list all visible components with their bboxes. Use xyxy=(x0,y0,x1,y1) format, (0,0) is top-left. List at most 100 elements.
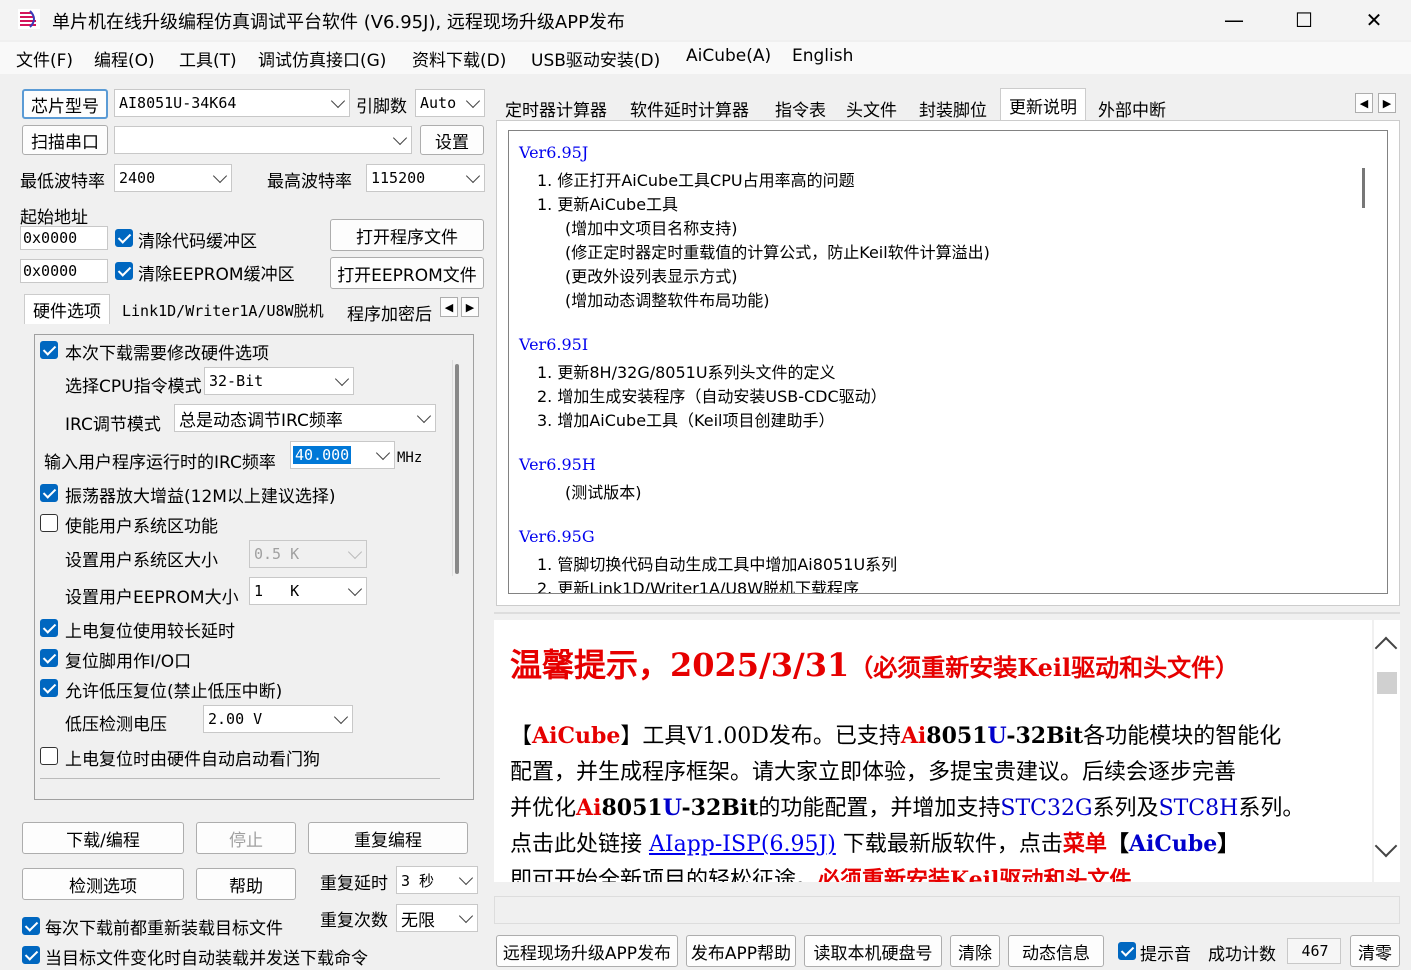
publish-app-button[interactable]: 远程现场升级APP发布 xyxy=(496,935,678,967)
tip-line-3: 并优化Ai8051U-32Bit的功能配置，并增加支持STC32G系列及STC8… xyxy=(510,795,1305,821)
tip-scrollbar[interactable] xyxy=(1374,620,1400,882)
repeat-delay-select[interactable]: 3 秒 xyxy=(396,866,478,894)
tab-package-pins[interactable]: 封装脚位 xyxy=(915,94,991,123)
release-note-line: (更改外设列表显示方式) xyxy=(565,267,738,286)
help-button[interactable]: 帮助 xyxy=(196,868,296,900)
scroll-down-icon[interactable] xyxy=(1374,834,1398,858)
clear-button[interactable]: 清除 xyxy=(950,935,1000,967)
modify-hw-checkbox[interactable] xyxy=(40,341,58,359)
watchdog-label: 上电复位时由硬件自动启动看门狗 xyxy=(65,750,320,770)
tab-offline[interactable]: Link1D/Writer1A/U8W脱机 xyxy=(118,298,328,323)
notes-scrollbar-thumb[interactable] xyxy=(1362,168,1365,208)
menu-tools[interactable]: 工具(T) xyxy=(179,46,237,71)
chevron-down-icon xyxy=(330,93,346,109)
reset-io-checkbox[interactable] xyxy=(40,649,58,667)
chevron-down-icon xyxy=(347,544,363,560)
detect-options-button[interactable]: 检测选项 xyxy=(22,868,184,900)
chip-model-select[interactable]: AI8051U-34K64 xyxy=(114,89,350,117)
eeprom-address-input[interactable]: 0x0000 xyxy=(20,259,108,283)
menu-debug[interactable]: 调试仿真接口(G) xyxy=(258,46,386,71)
menu-aicube[interactable]: AiCube(A) xyxy=(686,46,771,66)
chevron-down-icon xyxy=(347,581,363,597)
tab-encryption[interactable]: 程序加密后 xyxy=(343,298,439,327)
minimize-button[interactable]: — xyxy=(1199,0,1269,40)
release-version: Ver6.95I xyxy=(519,335,589,354)
clear-eeprom-checkbox[interactable] xyxy=(115,262,133,280)
repeat-count-select[interactable]: 无限 xyxy=(396,904,478,932)
sound-checkbox[interactable] xyxy=(1118,942,1136,960)
osc-gain-checkbox[interactable] xyxy=(40,484,58,502)
user-sys-size-select[interactable]: 0.5 K xyxy=(249,540,367,568)
pins-select[interactable]: Auto xyxy=(415,89,485,117)
hw-scrollbar[interactable] xyxy=(452,360,462,576)
status-strip xyxy=(494,896,1400,924)
auto-reload-checkbox[interactable] xyxy=(22,946,40,964)
menu-usb-driver[interactable]: USB驱动安装(D) xyxy=(531,46,660,71)
scroll-up-icon[interactable] xyxy=(1374,636,1398,660)
menu-file[interactable]: 文件(F) xyxy=(16,46,73,71)
reset-count-button[interactable]: 清零 xyxy=(1350,935,1400,967)
low-volt-reset-checkbox[interactable] xyxy=(40,679,58,697)
scan-port-button[interactable]: 扫描串口 xyxy=(22,125,108,155)
repeat-count-value: 无限 xyxy=(401,910,435,931)
irc-mode-value: 总是动态调节IRC频率 xyxy=(179,410,343,431)
tab-scroll-left-icon[interactable]: ◀ xyxy=(440,297,458,317)
long-delay-checkbox[interactable] xyxy=(40,619,58,637)
chevron-down-icon xyxy=(212,168,228,184)
irc-freq-value[interactable]: 40.000 xyxy=(293,446,352,464)
user-sys-checkbox[interactable] xyxy=(40,514,58,532)
long-delay-label: 上电复位使用较长延时 xyxy=(65,622,235,642)
user-sys-size-value: 0.5 K xyxy=(254,545,300,563)
user-eeprom-select[interactable]: 1 K xyxy=(249,577,367,605)
release-note-line: 1. 更新8H/32G/8051U系列头文件的定义 xyxy=(537,363,836,382)
menu-english[interactable]: English xyxy=(792,46,853,66)
read-disk-button[interactable]: 读取本机硬盘号 xyxy=(804,935,942,967)
dynamic-info-button[interactable]: 动态信息 xyxy=(1008,935,1104,967)
low-volt-label: 低压检测电压 xyxy=(65,715,167,735)
tab-instruction-table[interactable]: 指令表 xyxy=(771,94,830,123)
tab-delay-calc[interactable]: 软件延时计算器 xyxy=(626,94,753,123)
port-select[interactable] xyxy=(114,126,412,154)
splitter[interactable] xyxy=(494,612,1400,614)
hw-scrollbar-thumb[interactable] xyxy=(455,364,459,574)
menu-downloads[interactable]: 资料下载(D) xyxy=(412,46,506,71)
watchdog-checkbox[interactable] xyxy=(40,747,58,765)
right-tab-scroll-right-icon[interactable]: ▶ xyxy=(1378,93,1396,113)
repeat-program-button[interactable]: 重复编程 xyxy=(308,822,468,854)
tip-scrollbar-thumb[interactable] xyxy=(1377,672,1397,694)
pins-value: Auto xyxy=(420,94,457,112)
reload-each-label: 每次下载前都重新装载目标文件 xyxy=(45,919,283,939)
max-baud-select[interactable]: 115200 xyxy=(366,164,485,192)
menu-program[interactable]: 编程(O) xyxy=(94,46,155,71)
download-button[interactable]: 下载/编程 xyxy=(22,822,184,854)
tab-ext-interrupt[interactable]: 外部中断 xyxy=(1094,94,1170,123)
publish-help-button[interactable]: 发布APP帮助 xyxy=(686,935,796,967)
code-address-input[interactable]: 0x0000 xyxy=(20,226,108,250)
settings-button[interactable]: 设置 xyxy=(420,125,484,155)
success-count-label: 成功计数 xyxy=(1208,945,1276,965)
right-tab-scroll-left-icon[interactable]: ◀ xyxy=(1355,93,1373,113)
min-baud-select[interactable]: 2400 xyxy=(114,164,232,192)
open-eeprom-button[interactable]: 打开EEPROM文件 xyxy=(330,257,484,289)
stop-button[interactable]: 停止 xyxy=(196,822,296,854)
chip-model-button[interactable]: 芯片型号 xyxy=(22,89,108,119)
tab-timer-calc[interactable]: 定时器计算器 xyxy=(501,94,611,123)
tab-header-files[interactable]: 头文件 xyxy=(842,94,901,123)
tip-line-1: 【AiCube】工具V1.00D发布。已支持Ai8051U-32Bit各功能模块… xyxy=(510,723,1282,749)
download-link[interactable]: AIapp-ISP(6.95J) xyxy=(649,832,836,857)
repeat-delay-label: 重复延时 xyxy=(320,874,388,894)
tab-scroll-right-icon[interactable]: ▶ xyxy=(461,297,479,317)
tab-release-notes[interactable]: 更新说明 xyxy=(1000,88,1086,122)
reload-each-checkbox[interactable] xyxy=(22,917,40,935)
open-program-button[interactable]: 打开程序文件 xyxy=(330,219,484,251)
maximize-button[interactable]: ☐ xyxy=(1269,0,1339,40)
low-volt-select[interactable]: 2.00 V xyxy=(203,705,353,733)
irc-mode-select[interactable]: 总是动态调节IRC频率 xyxy=(174,404,436,432)
clear-code-checkbox[interactable] xyxy=(115,229,133,247)
cpu-mode-select[interactable]: 32-Bit xyxy=(204,367,354,395)
release-notes-text: Ver6.95J 1. 修正打开AiCube工具CPU占用率高的问题 1. 更新Ai… xyxy=(508,130,1388,594)
close-button[interactable]: ✕ xyxy=(1339,0,1409,40)
chip-model-value: AI8051U-34K64 xyxy=(119,94,237,112)
tab-hardware-options[interactable]: 硬件选项 xyxy=(24,294,110,324)
irc-freq-select[interactable]: 40.000 xyxy=(290,441,395,469)
